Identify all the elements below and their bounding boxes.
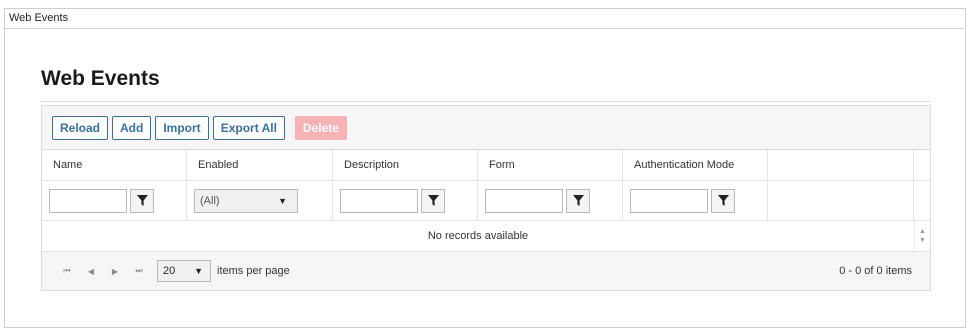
- page-size-select[interactable]: 20 ▼: [157, 260, 211, 282]
- authentication-mode-filter-button[interactable]: [711, 188, 735, 213]
- filter-cell-authentication-mode: [623, 181, 768, 220]
- delete-button[interactable]: Delete: [294, 116, 347, 140]
- caret-down-icon: ▼: [278, 195, 287, 206]
- form-filter-input[interactable]: [485, 188, 563, 213]
- no-records-row: No records available ▲ ▼: [42, 221, 930, 252]
- column-header-form[interactable]: Form: [478, 150, 623, 180]
- vertical-scrollbar[interactable]: ▲ ▼: [914, 221, 930, 251]
- import-button[interactable]: Import: [155, 116, 209, 140]
- previous-page-icon[interactable]: ◀: [79, 267, 103, 276]
- authentication-mode-filter-input[interactable]: [630, 188, 708, 213]
- window-title: Web Events: [5, 9, 965, 29]
- column-header-name[interactable]: Name: [42, 150, 187, 180]
- scrollbar-header-spacer: [914, 150, 930, 180]
- enabled-filter-select[interactable]: (All) ▼: [194, 188, 298, 213]
- grid-header-row: Name Enabled Description Form Authentica…: [42, 150, 930, 181]
- enabled-filter-value: (All): [200, 194, 220, 207]
- web-events-grid: Reload Add Import Export All Delete Name…: [41, 105, 931, 291]
- add-button[interactable]: Add: [112, 116, 152, 140]
- grid-toolbar: Reload Add Import Export All Delete: [42, 106, 930, 150]
- scroll-down-icon[interactable]: ▼: [919, 236, 926, 245]
- page-title: Web Events: [41, 67, 160, 90]
- last-page-icon[interactable]: ⏭: [127, 266, 151, 276]
- filter-icon: [572, 195, 584, 206]
- filter-cell-form: [478, 181, 623, 220]
- pager-info: 0 - 0 of 0 items: [839, 265, 912, 277]
- title-divider: [41, 101, 931, 102]
- filter-cell-enabled: (All) ▼: [187, 181, 333, 220]
- reload-button[interactable]: Reload: [52, 116, 109, 140]
- scroll-up-icon[interactable]: ▲: [919, 227, 926, 236]
- page-size-value: 20: [163, 265, 176, 277]
- filter-icon: [427, 195, 439, 206]
- filter-icon: [136, 195, 148, 206]
- no-records-message: No records available: [427, 230, 529, 242]
- filter-cell-name: [42, 181, 187, 220]
- next-page-icon[interactable]: ▶: [103, 267, 127, 276]
- column-header-authentication-mode[interactable]: Authentication Mode: [623, 150, 768, 180]
- grid-filter-row: (All) ▼: [42, 181, 930, 221]
- name-filter-input[interactable]: [49, 188, 127, 213]
- grid-pager: ⏮ ◀ ▶ ⏭ 20 ▼ items per page 0 - 0 of 0 i…: [42, 252, 930, 290]
- filter-scroll-spacer: [914, 181, 930, 220]
- items-per-page-label: items per page: [217, 265, 290, 277]
- description-filter-input[interactable]: [340, 188, 418, 213]
- filter-cell-description: [333, 181, 478, 220]
- column-header-enabled[interactable]: Enabled: [187, 150, 333, 180]
- first-page-icon[interactable]: ⏮: [55, 266, 79, 276]
- form-filter-button[interactable]: [566, 188, 590, 213]
- column-header-spacer: [768, 150, 914, 180]
- description-filter-button[interactable]: [421, 188, 445, 213]
- window: Web Events Web Events Reload Add Import …: [4, 8, 966, 328]
- filter-cell-spacer: [768, 181, 914, 220]
- caret-down-icon: ▼: [194, 266, 203, 276]
- column-header-description[interactable]: Description: [333, 150, 478, 180]
- export-all-button[interactable]: Export All: [212, 116, 285, 140]
- name-filter-button[interactable]: [130, 188, 154, 213]
- filter-icon: [717, 195, 729, 206]
